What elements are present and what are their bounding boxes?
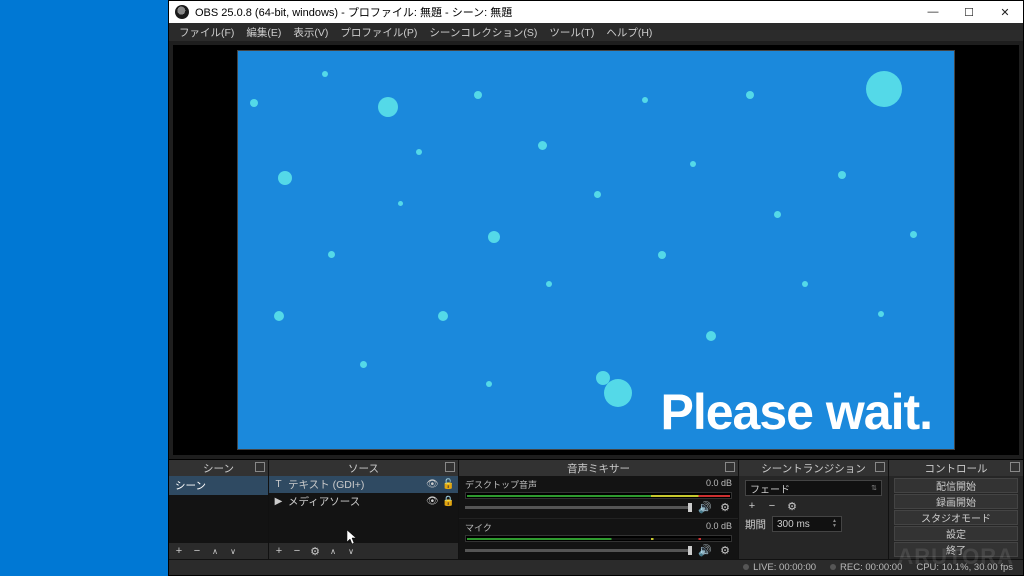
preview-area[interactable]: Please wait. xyxy=(173,45,1019,455)
scene-down-button[interactable]: ∨ xyxy=(226,545,240,557)
rec-status: REC: 00:00:00 xyxy=(830,562,902,573)
audio-meter xyxy=(465,492,732,499)
dock-popout-icon[interactable] xyxy=(875,462,885,472)
mixer-channel-desktop: デスクトップ音声0.0 dB 🔊 ⚙ xyxy=(459,476,738,519)
duration-label: 期間 xyxy=(745,517,766,532)
speaker-icon[interactable]: 🔊 xyxy=(698,501,712,514)
menu-file[interactable]: ファイル(F) xyxy=(173,25,240,40)
source-remove-button[interactable]: − xyxy=(290,545,304,557)
chevron-updown-icon: ⇅ xyxy=(871,484,877,492)
mixer-header: 音声ミキサー xyxy=(459,460,738,476)
statusbar: LIVE: 00:00:00 REC: 00:00:00 CPU: 10.1%,… xyxy=(169,559,1023,575)
dock-popout-icon[interactable] xyxy=(1010,462,1020,472)
sources-list[interactable]: T テキスト (GDI+) 👁 🔓 ▶ メディアソース 👁 🔒 xyxy=(269,476,458,543)
transitions-header: シーントランジション xyxy=(739,460,888,476)
menu-scene-collection[interactable]: シーンコレクション(S) xyxy=(423,25,543,40)
minimize-button[interactable]: — xyxy=(915,1,951,23)
source-item-text[interactable]: T テキスト (GDI+) 👁 🔓 xyxy=(269,476,458,493)
mixer-dock: 音声ミキサー デスクトップ音声0.0 dB 🔊 ⚙ マイク0.0 dB xyxy=(459,460,739,559)
close-button[interactable]: ✕ xyxy=(987,1,1023,23)
gear-icon[interactable]: ⚙ xyxy=(718,544,732,557)
transition-add-button[interactable]: + xyxy=(745,500,759,512)
volume-slider[interactable] xyxy=(465,506,692,509)
watermark: ARUTORA xyxy=(897,544,1014,570)
mixer-list: デスクトップ音声0.0 dB 🔊 ⚙ マイク0.0 dB 🔊 ⚙ xyxy=(459,476,738,559)
visibility-toggle-icon[interactable]: 👁 xyxy=(426,496,438,507)
gear-icon[interactable]: ⚙ xyxy=(718,501,732,514)
mixer-channel-mic: マイク0.0 dB 🔊 ⚙ xyxy=(459,519,738,559)
source-add-button[interactable]: + xyxy=(272,545,286,557)
studio-mode-button[interactable]: スタジオモード xyxy=(894,510,1018,525)
menu-edit[interactable]: 編集(E) xyxy=(240,25,287,40)
transitions-dock: シーントランジション フェード ⇅ + − ⚙ 期間 xyxy=(739,460,889,559)
dock-popout-icon[interactable] xyxy=(255,462,265,472)
controls-header: コントロール xyxy=(889,460,1023,476)
audio-meter xyxy=(465,535,732,542)
window-title: OBS 25.0.8 (64-bit, windows) - プロファイル: 無… xyxy=(195,4,915,20)
live-status: LIVE: 00:00:00 xyxy=(743,562,816,573)
preview-canvas[interactable]: Please wait. xyxy=(238,51,954,449)
sources-footer: + − ⚙ ∧ ∨ xyxy=(269,543,458,559)
text-source-icon: T xyxy=(273,479,284,490)
sources-dock: ソース T テキスト (GDI+) 👁 🔓 ▶ メディアソース 👁 🔒 xyxy=(269,460,459,559)
menu-profile[interactable]: プロファイル(P) xyxy=(334,25,423,40)
transition-settings-button[interactable]: ⚙ xyxy=(785,500,799,512)
media-source-icon: ▶ xyxy=(273,496,284,507)
transitions-body: フェード ⇅ + − ⚙ 期間 300 ms ▲▼ xyxy=(739,476,888,540)
transition-select[interactable]: フェード ⇅ xyxy=(745,480,882,496)
menubar: ファイル(F) 編集(E) 表示(V) プロファイル(P) シーンコレクション(… xyxy=(169,23,1023,41)
source-name: テキスト (GDI+) xyxy=(288,477,422,492)
scene-add-button[interactable]: + xyxy=(172,545,186,557)
obs-window: OBS 25.0.8 (64-bit, windows) - プロファイル: 無… xyxy=(168,0,1024,576)
visibility-toggle-icon[interactable]: 👁 xyxy=(426,479,438,490)
spinner-arrows-icon[interactable]: ▲▼ xyxy=(832,519,837,529)
source-item-media[interactable]: ▶ メディアソース 👁 🔒 xyxy=(269,493,458,510)
dock-row: シーン シーン + − ∧ ∨ ソース T テキスト (GDI+) xyxy=(169,459,1023,559)
sources-header: ソース xyxy=(269,460,458,476)
menu-view[interactable]: 表示(V) xyxy=(287,25,334,40)
duration-spinner[interactable]: 300 ms ▲▼ xyxy=(772,516,842,532)
start-streaming-button[interactable]: 配信開始 xyxy=(894,478,1018,493)
volume-slider[interactable] xyxy=(465,549,692,552)
scenes-list[interactable]: シーン xyxy=(169,476,268,543)
scene-remove-button[interactable]: − xyxy=(190,545,204,557)
scene-item[interactable]: シーン xyxy=(169,476,268,495)
lock-toggle-icon[interactable]: 🔒 xyxy=(442,496,454,507)
menu-help[interactable]: ヘルプ(H) xyxy=(600,25,658,40)
scenes-header: シーン xyxy=(169,460,268,476)
titlebar: OBS 25.0.8 (64-bit, windows) - プロファイル: 無… xyxy=(169,1,1023,23)
maximize-button[interactable]: ☐ xyxy=(951,1,987,23)
scenes-footer: + − ∧ ∨ xyxy=(169,543,268,559)
source-name: メディアソース xyxy=(288,494,422,509)
start-recording-button[interactable]: 録画開始 xyxy=(894,494,1018,509)
source-down-button[interactable]: ∨ xyxy=(344,545,358,557)
scene-up-button[interactable]: ∧ xyxy=(208,545,222,557)
menu-tools[interactable]: ツール(T) xyxy=(543,25,600,40)
settings-button[interactable]: 設定 xyxy=(894,526,1018,541)
transition-remove-button[interactable]: − xyxy=(765,500,779,512)
preview-overlay-text: Please wait. xyxy=(661,383,933,441)
source-up-button[interactable]: ∧ xyxy=(326,545,340,557)
scenes-dock: シーン シーン + − ∧ ∨ xyxy=(169,460,269,559)
dock-popout-icon[interactable] xyxy=(725,462,735,472)
source-settings-button[interactable]: ⚙ xyxy=(308,545,322,557)
lock-toggle-icon[interactable]: 🔓 xyxy=(442,479,454,490)
dock-popout-icon[interactable] xyxy=(445,462,455,472)
obs-logo-icon xyxy=(175,5,189,19)
speaker-icon[interactable]: 🔊 xyxy=(698,544,712,557)
